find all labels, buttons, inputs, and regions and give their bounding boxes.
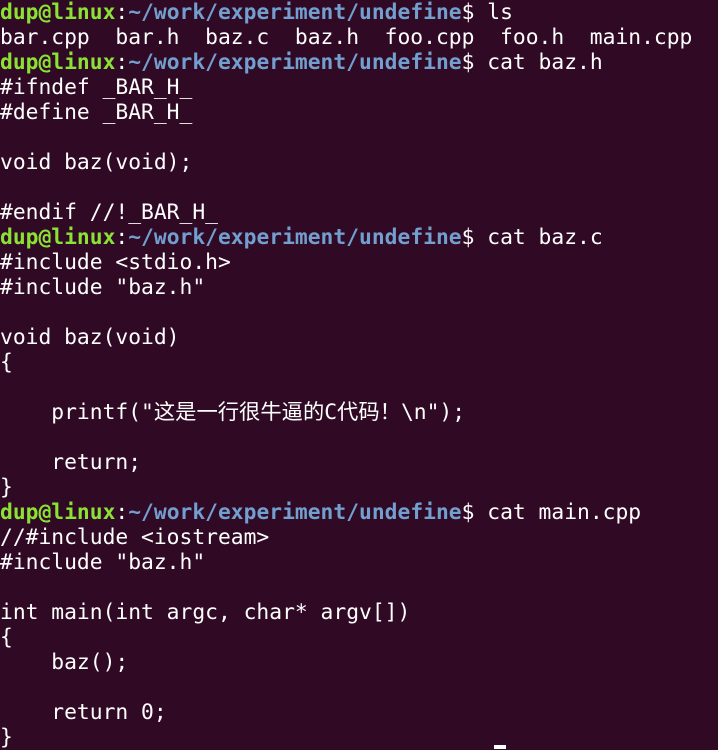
output-line: int main(int argc, char* argv[]) [0,600,411,625]
output-line: { [0,625,13,650]
text-cursor [494,745,506,749]
output-line: { [0,350,13,375]
output-line-ls: bar.cpp bar.h baz.c baz.h foo.cpp foo.h … [0,25,693,50]
prompt-line-cat-main: dup@linux:~/work/experiment/undefine$ ca… [0,500,718,525]
prompt-line-ls: dup@linux:~/work/experiment/undefine$ ls [0,0,718,25]
prompt-user-host: dup@linux [0,500,116,525]
output-line: } [0,475,13,500]
prompt-separator: : [115,500,129,525]
prompt-separator: : [115,225,129,250]
output-line: #define _BAR_H_ [0,100,193,125]
output-line: #include <stdio.h> [0,250,231,275]
output-line: printf("这是一行很牛逼的C代码！\n"); [0,400,466,425]
prompt-user-host: dup@linux [0,50,116,75]
command-text: ls [474,0,513,25]
prompt-path: ~/work/experiment/undefine [128,0,462,25]
prompt-path: ~/work/experiment/undefine [128,50,462,75]
prompt-separator: : [115,50,129,75]
command-text: cat baz.c [474,225,603,250]
prompt-symbol: $ [461,0,475,25]
output-line: #include "baz.h" [0,275,206,300]
output-line: #ifndef _BAR_H_ [0,75,193,100]
output-line: #include "baz.h" [0,550,206,575]
terminal-window[interactable]: dup@linux:~/work/experiment/undefine$ ls… [0,0,718,750]
prompt-path: ~/work/experiment/undefine [128,225,462,250]
output-line: #endif //!_BAR_H_ [0,200,218,225]
prompt-line-cat-baz-c: dup@linux:~/work/experiment/undefine$ ca… [0,225,718,250]
output-line: return; [0,450,142,475]
command-text: cat main.cpp [474,500,642,525]
prompt-separator: : [115,0,129,25]
output-line: } [0,725,13,750]
prompt-user-host: dup@linux [0,0,116,25]
prompt-line-cat-baz-h: dup@linux:~/work/experiment/undefine$ ca… [0,50,718,75]
output-line: void baz(void) [0,325,180,350]
output-line: return 0; [0,700,167,725]
output-line: baz(); [0,650,129,675]
prompt-symbol: $ [461,500,475,525]
prompt-user-host: dup@linux [0,225,116,250]
prompt-symbol: $ [461,50,475,75]
output-line: void baz(void); [0,150,193,175]
output-line: //#include <iostream> [0,525,270,550]
command-text: cat baz.h [474,50,603,75]
prompt-path: ~/work/experiment/undefine [128,500,462,525]
prompt-symbol: $ [461,225,475,250]
